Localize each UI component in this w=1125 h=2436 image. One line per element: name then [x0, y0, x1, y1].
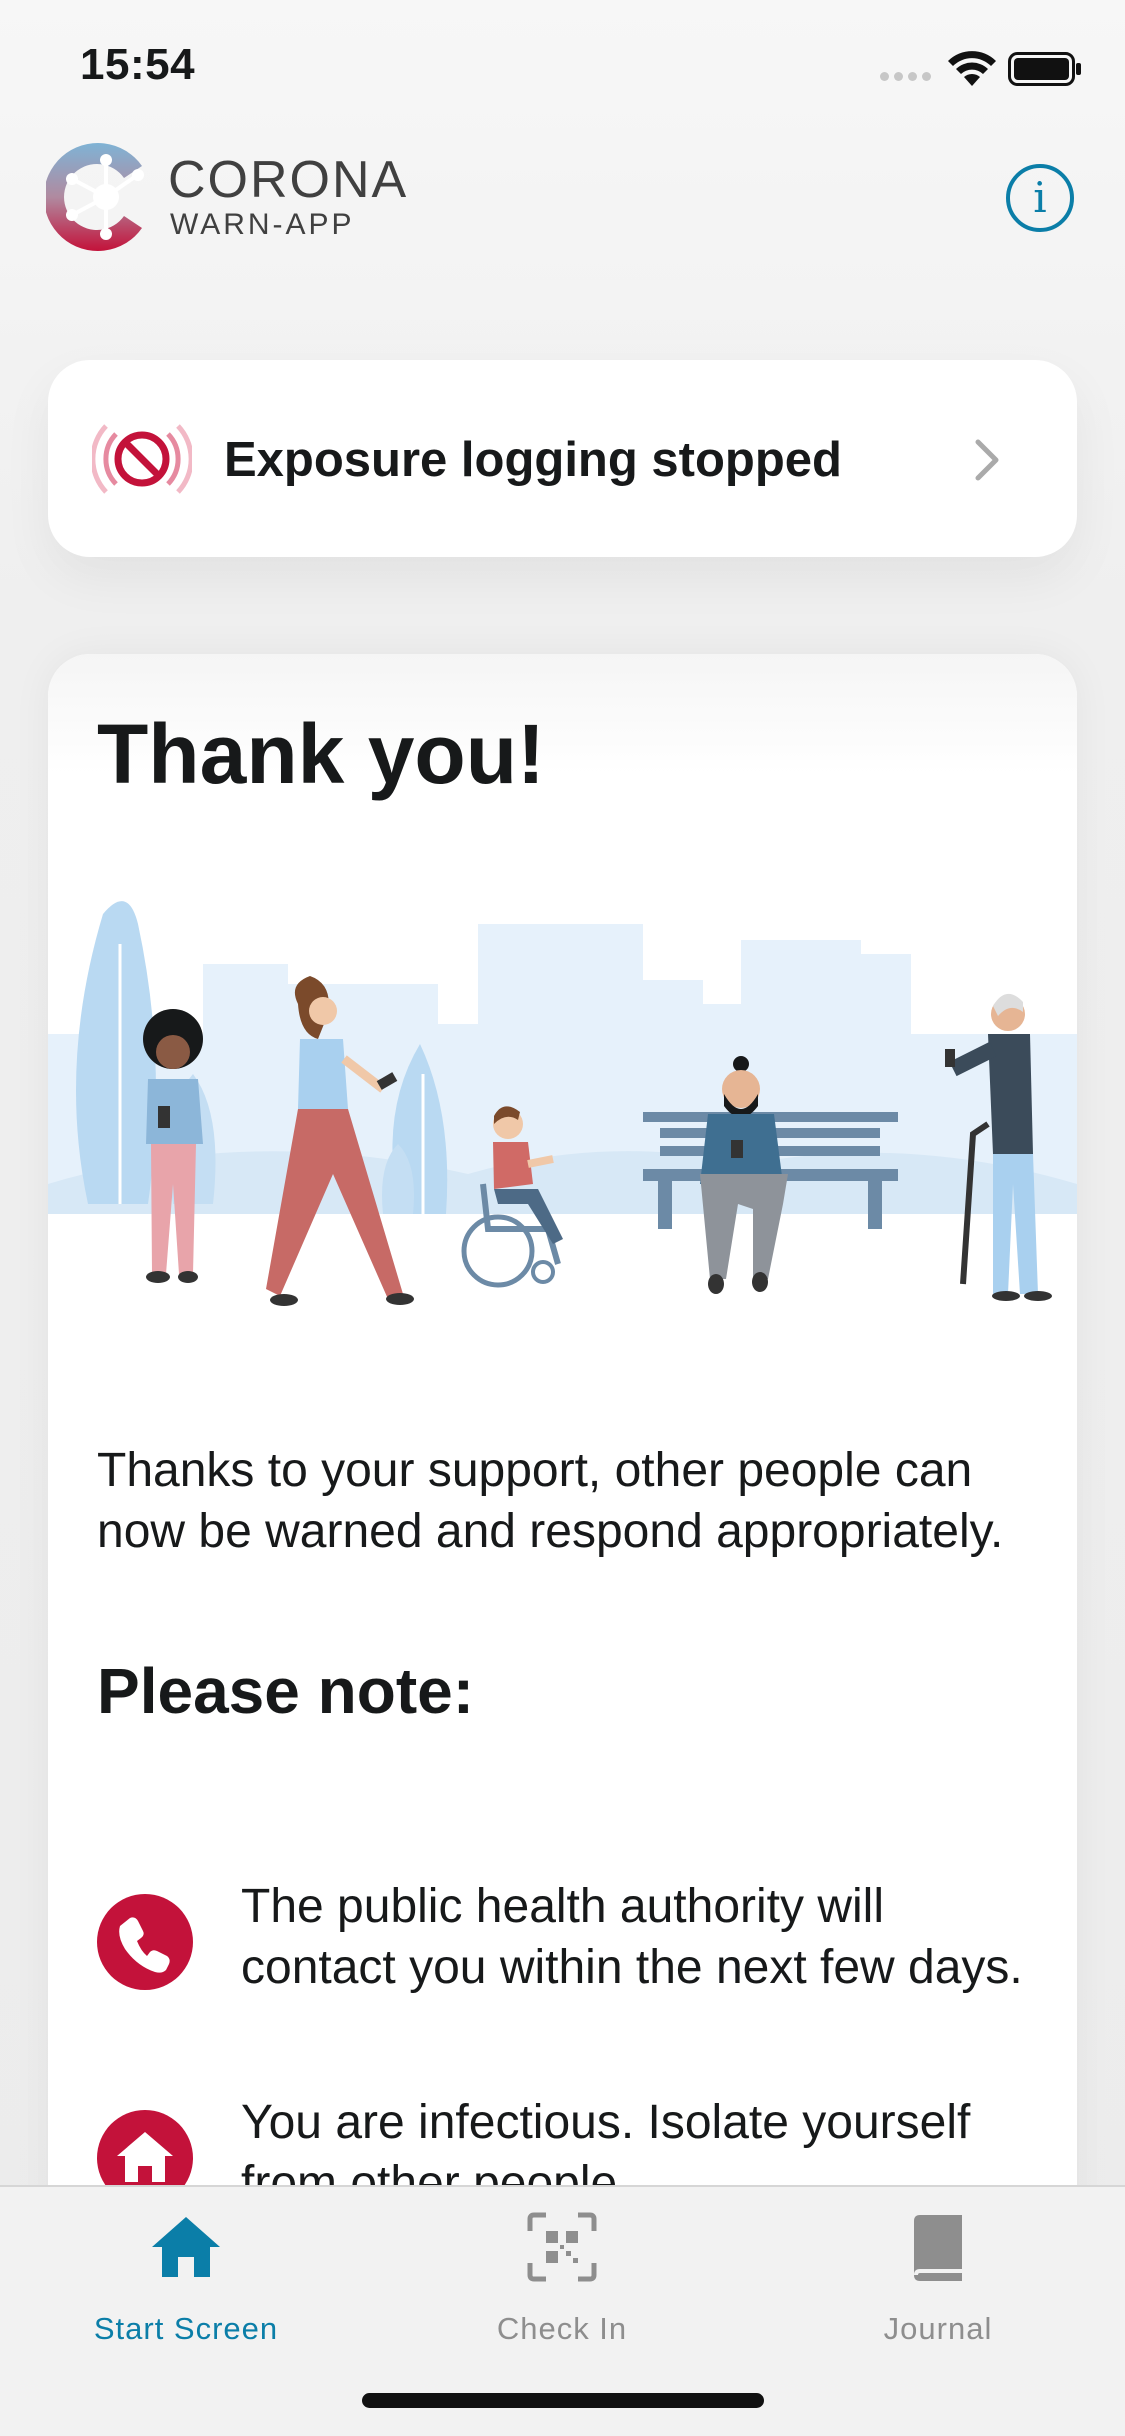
- tab-label-check-in: Check In: [496, 2311, 628, 2346]
- home-indicator[interactable]: [362, 2393, 764, 2408]
- exposure-status-card[interactable]: Exposure logging stopped: [48, 360, 1077, 557]
- qr-code-icon: [527, 2212, 597, 2282]
- chevron-right-icon: [975, 439, 999, 481]
- result-card: Thank you! Thanks to your support, other…: [48, 654, 1077, 2254]
- note-heading: Please note:: [97, 1655, 475, 1727]
- brand-subtitle: WARN-APP: [170, 208, 355, 241]
- tab-label-journal: Journal: [883, 2311, 993, 2346]
- tab-start-screen[interactable]: Start Screen: [36, 2211, 336, 2351]
- info-icon[interactable]: i: [1006, 164, 1074, 232]
- exposure-stopped-icon: [92, 424, 192, 494]
- home-icon: [152, 2217, 220, 2277]
- exposure-status-label: Exposure logging stopped: [224, 433, 842, 487]
- page-title: Thank you!: [97, 707, 546, 801]
- thanks-description: Thanks to your support, other people can…: [97, 1444, 1004, 1558]
- tab-label-start-screen: Start Screen: [93, 2311, 279, 2346]
- brand-title: CORONA: [168, 151, 409, 209]
- book-icon: [914, 2215, 962, 2281]
- status-time: 15:54: [80, 40, 196, 89]
- app-screen: 15:54 CORONA WARN-APP i Exposure logging…: [0, 0, 1125, 2436]
- wifi-icon: [948, 51, 996, 86]
- community-illustration: [48, 901, 1077, 1306]
- app-logo: [46, 143, 144, 251]
- phone-icon: [97, 1894, 193, 1990]
- tab-check-in[interactable]: Check In: [412, 2211, 712, 2351]
- tab-journal[interactable]: Journal: [788, 2211, 1088, 2351]
- note-text-contact: The public health authority will contact…: [241, 1880, 1023, 1994]
- cellular-signal-icon: [880, 72, 931, 81]
- status-bar: 15:54: [0, 0, 1125, 140]
- battery-icon: [1008, 52, 1081, 86]
